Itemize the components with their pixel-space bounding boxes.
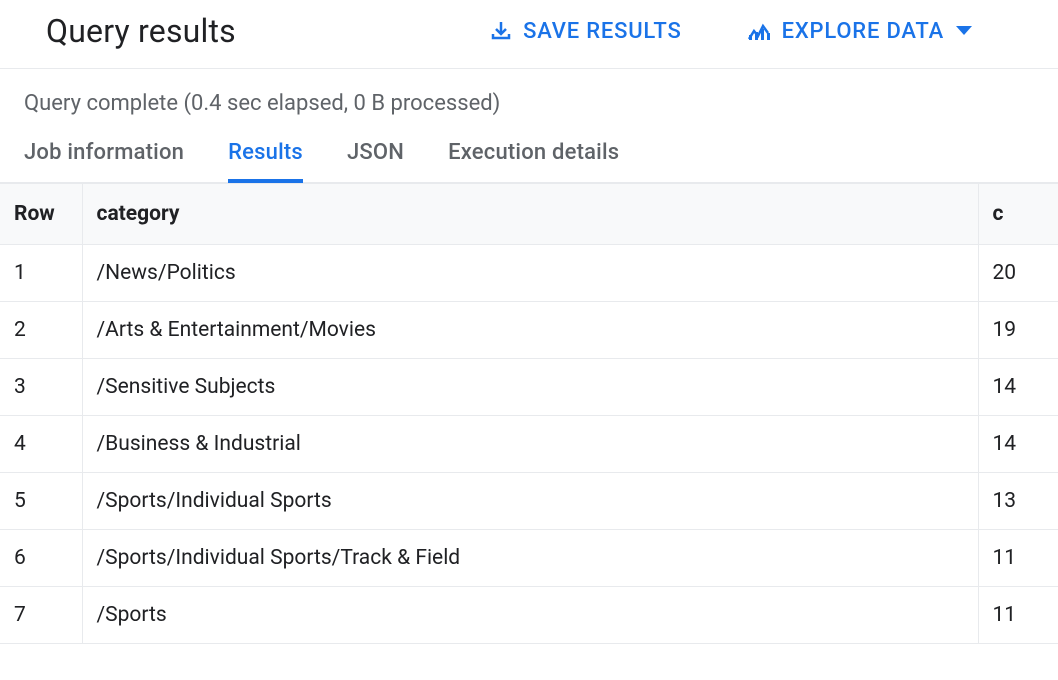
save-results-label: SAVE RESULTS (523, 19, 681, 44)
cell-category: /Sports/Individual Sports (82, 473, 978, 530)
cell-category: /News/Politics (82, 245, 978, 302)
cell-category: /Sports/Individual Sports/Track & Field (82, 530, 978, 587)
col-header-c[interactable]: c (978, 184, 1058, 245)
cell-row: 4 (0, 416, 82, 473)
tab-results[interactable]: Results (228, 134, 303, 183)
tab-job-information[interactable]: Job information (24, 134, 184, 183)
results-table: Row category c 1 /News/Politics 20 2 /Ar… (0, 183, 1058, 644)
cell-row: 6 (0, 530, 82, 587)
col-header-category[interactable]: category (82, 184, 978, 245)
chart-icon (746, 19, 772, 43)
cell-c: 11 (978, 530, 1058, 587)
explore-data-label: EXPLORE DATA (782, 19, 944, 44)
table-row[interactable]: 1 /News/Politics 20 (0, 245, 1058, 302)
cell-c: 14 (978, 416, 1058, 473)
cell-row: 7 (0, 587, 82, 644)
header-actions: SAVE RESULTS EXPLORE DATA (489, 19, 974, 44)
table-row[interactable]: 7 /Sports 11 (0, 587, 1058, 644)
cell-category: /Sports (82, 587, 978, 644)
chevron-down-icon (954, 21, 974, 41)
cell-row: 1 (0, 245, 82, 302)
table-row[interactable]: 5 /Sports/Individual Sports 13 (0, 473, 1058, 530)
cell-category: /Business & Industrial (82, 416, 978, 473)
download-icon (489, 19, 513, 43)
save-results-button[interactable]: SAVE RESULTS (489, 19, 681, 44)
cell-c: 19 (978, 302, 1058, 359)
explore-data-button[interactable]: EXPLORE DATA (746, 19, 974, 44)
header-bar: Query results SAVE RESULTS (0, 0, 1058, 69)
cell-row: 5 (0, 473, 82, 530)
table-row[interactable]: 3 /Sensitive Subjects 14 (0, 359, 1058, 416)
cell-c: 14 (978, 359, 1058, 416)
page-title: Query results (46, 12, 236, 50)
table-row[interactable]: 4 /Business & Industrial 14 (0, 416, 1058, 473)
tab-execution-details[interactable]: Execution details (448, 134, 619, 183)
tab-json[interactable]: JSON (347, 134, 404, 183)
cell-category: /Arts & Entertainment/Movies (82, 302, 978, 359)
table-header-row: Row category c (0, 184, 1058, 245)
cell-row: 2 (0, 302, 82, 359)
tabs: Job information Results JSON Execution d… (0, 134, 1058, 183)
status-text: Query complete (0.4 sec elapsed, 0 B pro… (0, 69, 1058, 134)
cell-c: 11 (978, 587, 1058, 644)
cell-category: /Sensitive Subjects (82, 359, 978, 416)
cell-c: 20 (978, 245, 1058, 302)
cell-row: 3 (0, 359, 82, 416)
col-header-row[interactable]: Row (0, 184, 82, 245)
table-row[interactable]: 6 /Sports/Individual Sports/Track & Fiel… (0, 530, 1058, 587)
cell-c: 13 (978, 473, 1058, 530)
table-row[interactable]: 2 /Arts & Entertainment/Movies 19 (0, 302, 1058, 359)
